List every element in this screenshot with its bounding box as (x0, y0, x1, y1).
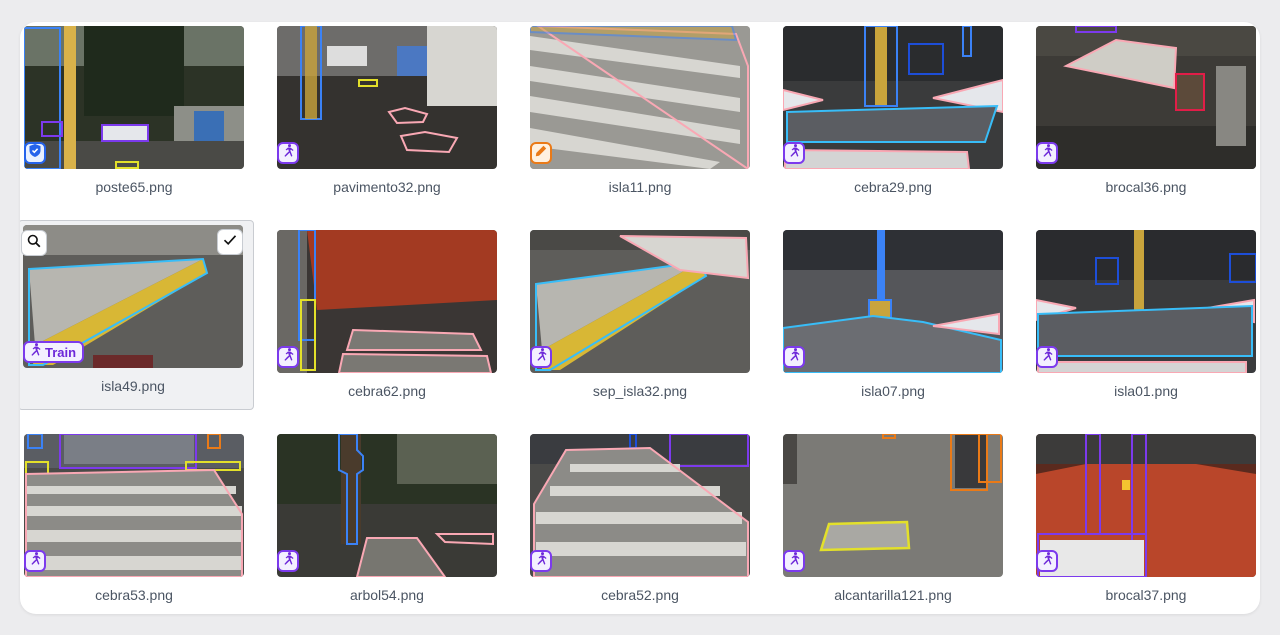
image-filename: arbol54.png (350, 587, 424, 603)
split-badge (530, 550, 552, 572)
image-card-brocal36[interactable]: brocal36.png (1032, 22, 1260, 212)
runner-icon (788, 552, 800, 570)
search-icon (27, 234, 41, 253)
runner-icon (535, 348, 547, 366)
image-card-isla11[interactable]: isla11.png (526, 22, 760, 212)
image-thumbnail[interactable] (1036, 434, 1256, 577)
image-filename: isla11.png (608, 179, 672, 195)
image-card-cebra52[interactable]: cebra52.png (526, 430, 760, 614)
image-card-pavimento32[interactable]: pavimento32.png (273, 22, 507, 212)
image-thumbnail[interactable] (530, 434, 750, 577)
image-filename: isla07.png (861, 383, 925, 399)
pencil-icon (535, 144, 547, 162)
split-badge (1036, 346, 1058, 368)
image-thumbnail[interactable] (24, 434, 244, 577)
image-thumbnail[interactable] (530, 230, 750, 373)
split-badge (24, 550, 46, 572)
runner-icon (535, 552, 547, 570)
split-badge (1036, 550, 1058, 572)
image-thumbnail[interactable] (783, 230, 1003, 373)
image-card-arbol54[interactable]: arbol54.png (273, 430, 507, 614)
image-thumbnail[interactable] (277, 230, 497, 373)
image-thumbnail[interactable] (783, 26, 1003, 169)
runner-icon (29, 552, 41, 570)
runner-icon (788, 144, 800, 162)
runner-icon (788, 348, 800, 366)
split-badge (277, 142, 299, 164)
image-filename: cebra52.png (601, 587, 679, 603)
image-filename: cebra53.png (95, 587, 173, 603)
image-card-brocal37[interactable]: brocal37.png (1032, 430, 1260, 614)
shield-icon (29, 144, 41, 162)
check-icon (223, 233, 237, 251)
runner-icon (29, 343, 41, 361)
image-thumbnail[interactable] (530, 26, 750, 169)
image-card-isla01[interactable]: isla01.png (1032, 226, 1260, 416)
image-thumbnail[interactable] (277, 434, 497, 577)
image-filename: cebra62.png (348, 383, 426, 399)
image-filename: brocal37.png (1105, 587, 1187, 603)
runner-icon (282, 144, 294, 162)
split-badge (24, 142, 46, 164)
image-card-cebra62[interactable]: cebra62.png (273, 226, 507, 416)
image-card-poste65[interactable]: poste65.png (20, 22, 254, 212)
image-filename: pavimento32.png (333, 179, 441, 195)
runner-icon (282, 552, 294, 570)
image-thumbnail[interactable] (1036, 230, 1256, 373)
image-gallery: poste65.png pavimento32.png isla11.png c… (20, 22, 1260, 614)
zoom-button[interactable] (21, 230, 47, 256)
split-badge-label: Train (45, 344, 77, 360)
image-filename: alcantarilla121.png (834, 587, 952, 603)
split-badge (530, 142, 552, 164)
image-filename: poste65.png (95, 179, 173, 195)
image-card-isla49[interactable]: Train isla49.png (20, 220, 254, 410)
split-badge (1036, 142, 1058, 164)
image-thumbnail[interactable] (783, 434, 1003, 577)
split-badge (783, 142, 805, 164)
image-card-cebra29[interactable]: cebra29.png (779, 22, 1013, 212)
image-thumbnail[interactable] (1036, 26, 1256, 169)
split-badge (783, 346, 805, 368)
split-badge (530, 346, 552, 368)
image-card-alcantarilla121[interactable]: alcantarilla121.png (779, 430, 1013, 614)
image-filename: brocal36.png (1105, 179, 1187, 195)
runner-icon (1041, 144, 1053, 162)
image-filename: isla01.png (1114, 383, 1178, 399)
image-filename: sep_isla32.png (592, 383, 688, 399)
split-badge (277, 346, 299, 368)
runner-icon (1041, 552, 1053, 570)
runner-icon (282, 348, 294, 366)
image-card-cebra53[interactable]: cebra53.png (20, 430, 254, 614)
image-card-isla07[interactable]: isla07.png (779, 226, 1013, 416)
image-card-sep-isla32[interactable]: sep_isla32.png (526, 226, 760, 416)
split-badge (277, 550, 299, 572)
split-badge (783, 550, 805, 572)
runner-icon (1041, 348, 1053, 366)
select-checkbox[interactable] (217, 229, 243, 255)
split-badge: Train (23, 341, 85, 363)
image-thumbnail[interactable] (277, 26, 497, 169)
image-thumbnail[interactable] (24, 26, 244, 169)
image-filename: cebra29.png (854, 179, 932, 195)
image-filename: isla49.png (101, 378, 165, 394)
